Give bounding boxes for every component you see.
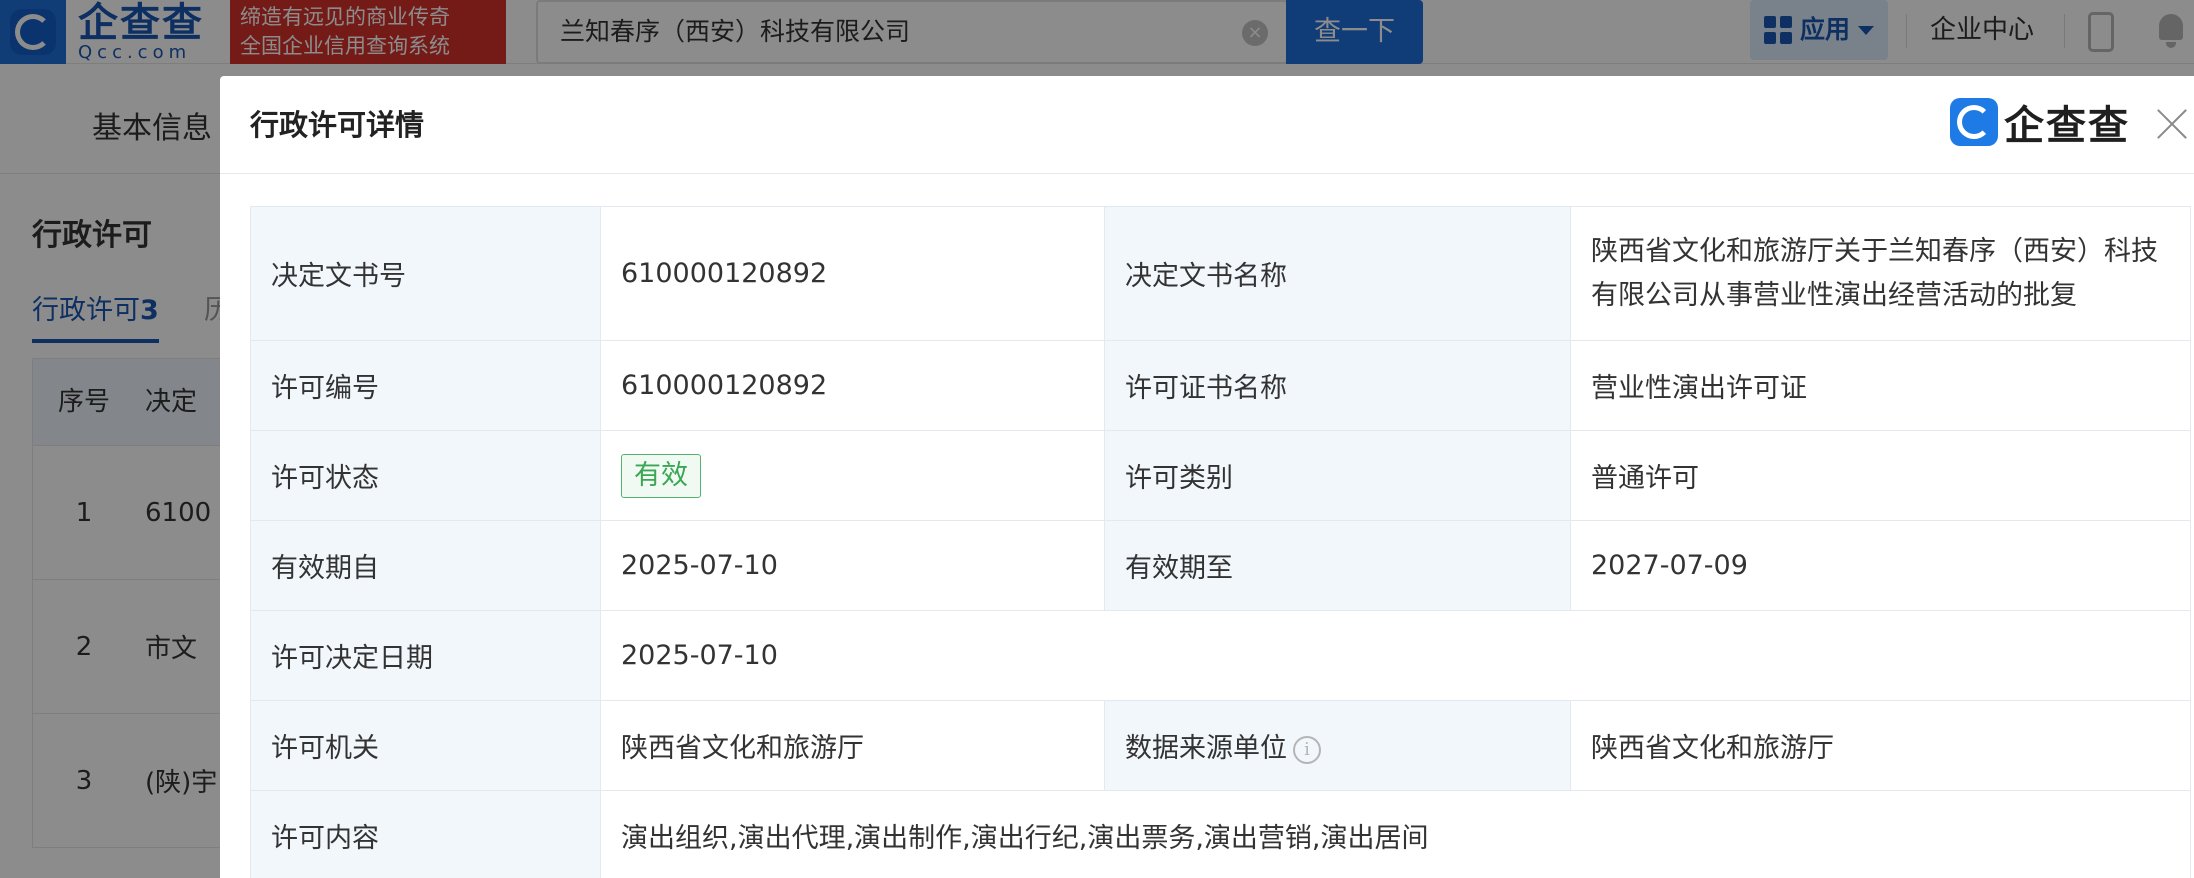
table-row: 许可决定日期 2025-07-10 bbox=[250, 610, 2191, 701]
valid-from-label: 有效期自 bbox=[250, 520, 601, 611]
table-row: 许可状态 有效 许可类别 普通许可 bbox=[250, 430, 2191, 521]
license-no-value: 610000120892 bbox=[600, 340, 1105, 431]
decision-date-label: 许可决定日期 bbox=[250, 610, 601, 701]
status-cell: 有效 bbox=[600, 430, 1105, 521]
table-row: 许可机关 陕西省文化和旅游厅 数据来源单位 i 陕西省文化和旅游厅 bbox=[250, 700, 2191, 791]
valid-to-label: 有效期至 bbox=[1104, 520, 1571, 611]
status-label: 许可状态 bbox=[250, 430, 601, 521]
table-row: 许可编号 610000120892 许可证书名称 营业性演出许可证 bbox=[250, 340, 2191, 431]
valid-from-value: 2025-07-10 bbox=[600, 520, 1105, 611]
license-no-label: 许可编号 bbox=[250, 340, 601, 431]
cert-name-label: 许可证书名称 bbox=[1104, 340, 1571, 431]
data-source-label-cell: 数据来源单位 i bbox=[1104, 700, 1571, 791]
cert-name-value: 营业性演出许可证 bbox=[1570, 340, 2191, 431]
data-source-value: 陕西省文化和旅游厅 bbox=[1570, 700, 2191, 791]
brand-logo: 企查查 bbox=[1950, 98, 2130, 149]
table-row: 许可内容 演出组织,演出代理,演出制作,演出行纪,演出票务,演出营销,演出居间 bbox=[250, 790, 2191, 878]
table-row: 决定文书号 610000120892 决定文书名称 陕西省文化和旅游厅关于兰知春… bbox=[250, 206, 2191, 341]
decision-date-value: 2025-07-10 bbox=[600, 610, 2191, 701]
category-label: 许可类别 bbox=[1104, 430, 1571, 521]
category-value: 普通许可 bbox=[1570, 430, 2191, 521]
modal-title: 行政许可详情 bbox=[250, 108, 425, 142]
decision-name-value: 陕西省文化和旅游厅关于兰知春序（西安）科技有限公司从事营业性演出经营活动的批复 bbox=[1570, 206, 2191, 341]
decision-no-value: 610000120892 bbox=[600, 206, 1105, 341]
license-detail-table: 决定文书号 610000120892 决定文书名称 陕西省文化和旅游厅关于兰知春… bbox=[250, 206, 2191, 878]
authority-label: 许可机关 bbox=[250, 700, 601, 791]
license-detail-modal: 行政许可详情 企查查 决定文书号 610000120892 决定文书名称 陕西省… bbox=[220, 76, 2194, 878]
qcc-logo-icon bbox=[1950, 98, 1998, 146]
close-icon[interactable] bbox=[2154, 106, 2190, 142]
decision-name-label: 决定文书名称 bbox=[1104, 206, 1571, 341]
brand-name: 企查查 bbox=[2004, 103, 2130, 149]
status-badge: 有效 bbox=[621, 453, 701, 498]
info-icon[interactable]: i bbox=[1293, 735, 1321, 764]
content-value: 演出组织,演出代理,演出制作,演出行纪,演出票务,演出营销,演出居间 bbox=[600, 790, 2191, 878]
content-label: 许可内容 bbox=[250, 790, 601, 878]
authority-value: 陕西省文化和旅游厅 bbox=[600, 700, 1105, 791]
valid-to-value: 2027-07-09 bbox=[1570, 520, 2191, 611]
decision-no-label: 决定文书号 bbox=[250, 206, 601, 341]
table-row: 有效期自 2025-07-10 有效期至 2027-07-09 bbox=[250, 520, 2191, 611]
data-source-label: 数据来源单位 bbox=[1125, 733, 1287, 764]
modal-header: 行政许可详情 企查查 bbox=[220, 76, 2194, 174]
